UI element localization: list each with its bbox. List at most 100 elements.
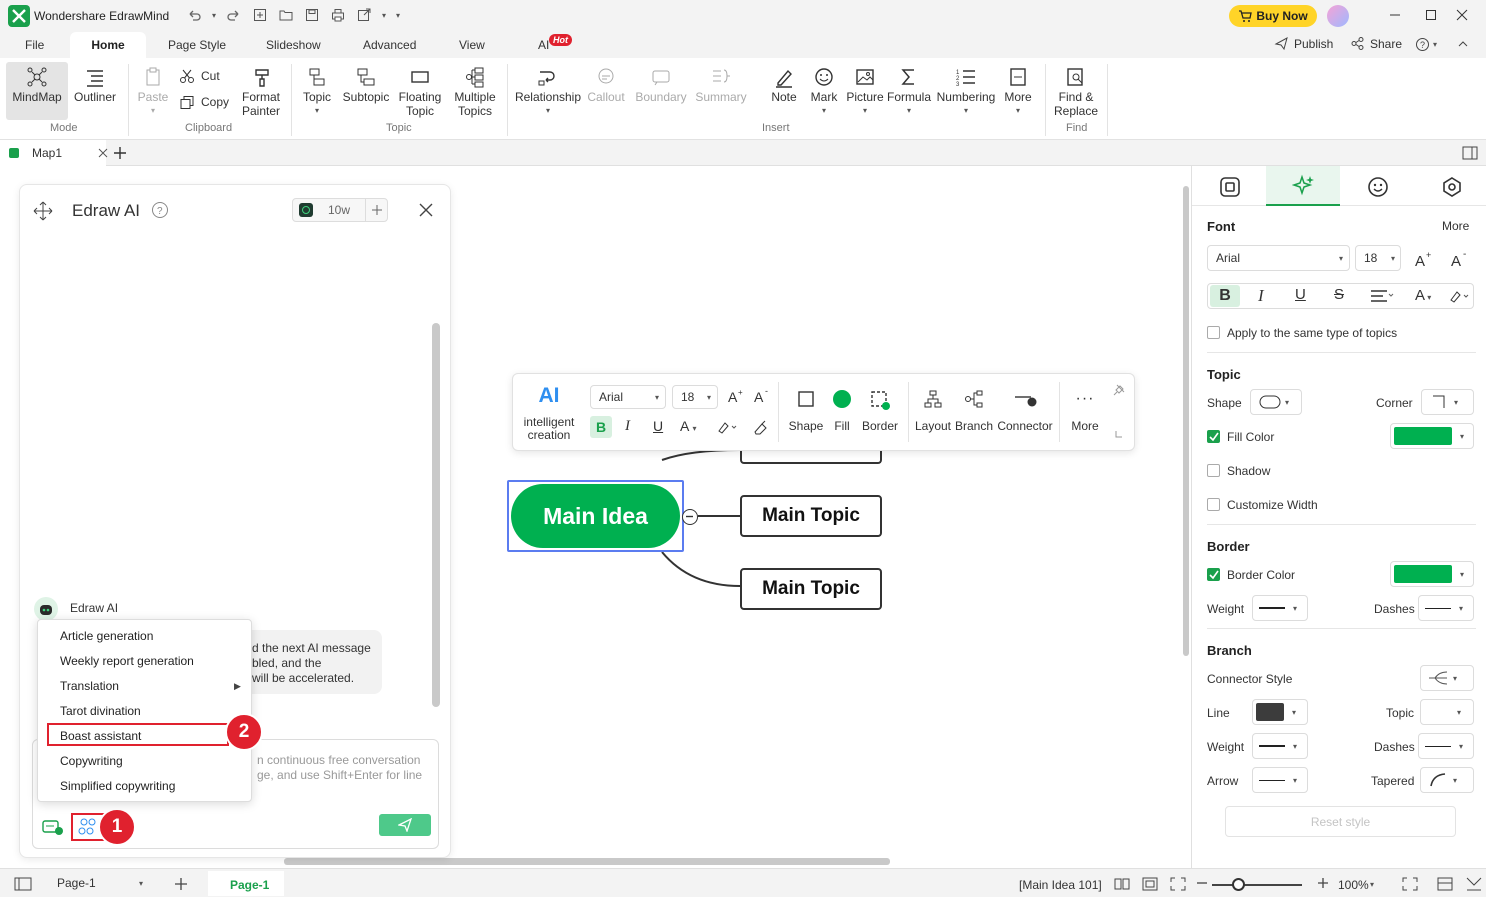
new-file-icon[interactable] [252, 7, 268, 23]
underline-toggle[interactable]: U [1295, 286, 1306, 303]
border-color-checkbox[interactable] [1207, 568, 1220, 581]
tab-advanced[interactable]: Advanced [363, 38, 416, 52]
zoom-out-icon[interactable] [1196, 877, 1208, 889]
font-more-link[interactable]: More [1442, 219, 1469, 233]
save-icon[interactable] [304, 7, 320, 23]
numbering-button[interactable]: 123 Numbering ▾ [934, 64, 998, 118]
tab-page-style[interactable]: Page Style [168, 38, 226, 52]
underline-button[interactable]: U [653, 418, 663, 434]
clear-format-icon[interactable] [753, 420, 769, 436]
zoom-slider-thumb[interactable] [1232, 878, 1245, 891]
shadow-checkbox[interactable] [1207, 464, 1220, 477]
font-shrink-icon[interactable]: A- [1450, 250, 1470, 268]
tab-mark-icon[interactable] [1367, 176, 1389, 198]
font-family-select[interactable]: Arial ▾ [590, 385, 666, 409]
layout-button[interactable]: Layout [913, 389, 953, 433]
add-credits-icon[interactable] [365, 199, 387, 221]
close-window-icon[interactable] [1455, 8, 1469, 22]
menu-item-translation[interactable]: Translation [60, 679, 119, 693]
presentation-icon[interactable] [1437, 877, 1453, 891]
horizontal-scrollbar[interactable] [284, 858, 890, 865]
fill-color-dropdown[interactable]: ▾ [1390, 423, 1474, 449]
buy-now-button[interactable]: Buy Now [1229, 5, 1317, 27]
font-size-dropdown[interactable]: 18 ▾ [1355, 245, 1401, 271]
format-painter-button[interactable]: Format Painter [238, 64, 284, 118]
customize-toolbar-icon[interactable]: ▾ [396, 11, 400, 20]
font-grow-icon[interactable]: A + [1414, 250, 1434, 268]
decrease-font-icon[interactable]: A- [753, 388, 771, 404]
topic-button[interactable]: Topic ▾ [298, 64, 336, 118]
fit-page-icon[interactable] [1142, 877, 1158, 891]
summary-button[interactable]: Summary [694, 64, 748, 104]
book-view-icon[interactable] [1114, 877, 1130, 891]
mark-button[interactable]: Mark ▾ [807, 64, 841, 118]
cut-button[interactable]: Cut [179, 68, 220, 84]
minimize-icon[interactable] [1388, 8, 1402, 22]
help-icon[interactable]: ? [1415, 37, 1430, 52]
border-color-dropdown[interactable]: ▾ [1390, 561, 1474, 587]
zoom-slider-track[interactable] [1212, 884, 1302, 886]
tab-file[interactable]: File [25, 38, 44, 52]
italic-button[interactable]: I [625, 418, 630, 435]
more-insert-button[interactable]: More ▾ [1002, 64, 1034, 118]
undo-icon[interactable] [186, 7, 202, 23]
align-icon[interactable] [1370, 289, 1396, 303]
main-topic-node-1[interactable]: Main Topic [740, 495, 882, 537]
new-chat-icon[interactable] [42, 818, 64, 836]
collapse-node-icon[interactable] [682, 509, 698, 525]
outliner-mode-button[interactable]: Outliner [71, 64, 119, 104]
note-button[interactable]: Note [768, 64, 800, 104]
main-topic-node-2[interactable]: Main Topic [740, 568, 882, 610]
highlight-color-icon[interactable] [1449, 289, 1473, 303]
maximize-icon[interactable] [1424, 8, 1438, 22]
close-panel-icon[interactable] [418, 202, 434, 218]
send-button[interactable] [379, 814, 431, 836]
tab-slideshow[interactable]: Slideshow [266, 38, 321, 52]
zoom-in-icon[interactable] [1317, 877, 1329, 889]
add-page-icon[interactable] [174, 877, 188, 891]
vertical-scrollbar[interactable] [1183, 186, 1189, 656]
text-color-button[interactable]: A ▾ [1415, 287, 1431, 304]
outline-view-icon[interactable] [14, 877, 32, 891]
branch-weight-dropdown[interactable]: ▾ [1252, 733, 1308, 759]
help-circle-icon[interactable]: ? [151, 201, 169, 219]
font-family-dropdown[interactable]: Arial ▾ [1207, 245, 1350, 271]
panel-toggle-icon[interactable] [1462, 146, 1478, 160]
main-idea-node[interactable]: Main Idea [511, 484, 680, 548]
branch-dashes-dropdown[interactable]: ▾ [1418, 733, 1474, 759]
bold-button[interactable]: B [590, 416, 612, 438]
page-select[interactable]: Page-1 ▾ [47, 872, 147, 894]
tab-theme-icon[interactable] [1441, 176, 1463, 198]
share-button[interactable]: Share [1350, 36, 1402, 51]
connector-style-dropdown[interactable]: ▾ [1420, 665, 1474, 691]
floating-topic-button[interactable]: Floating Topic [398, 64, 442, 118]
pin-icon[interactable] [1113, 384, 1125, 396]
arrow-dropdown[interactable]: ▾ [1252, 767, 1308, 793]
topic-line-dropdown[interactable]: ▾ [1420, 699, 1474, 725]
strikethrough-toggle[interactable]: S [1334, 286, 1344, 303]
boundary-button[interactable]: Boundary [634, 64, 688, 104]
redo-icon[interactable] [226, 7, 242, 23]
fill-button[interactable]: Fill [827, 389, 857, 433]
page-tab-1[interactable]: Page-1 [230, 878, 269, 892]
border-weight-dropdown[interactable]: ▾ [1252, 595, 1308, 621]
new-tab-icon[interactable] [113, 146, 127, 160]
tab-view[interactable]: View [459, 38, 485, 52]
subtopic-button[interactable]: Subtopic [341, 64, 391, 104]
print-icon[interactable] [330, 7, 346, 23]
branch-button[interactable]: Branch [955, 389, 993, 433]
multiple-topics-button[interactable]: Multiple Topics [450, 64, 500, 118]
prompt-templates-icon[interactable] [78, 818, 98, 836]
zoom-level[interactable]: 100% [1338, 878, 1369, 892]
panel-expand-icon[interactable] [1466, 877, 1482, 891]
collapse-toolbar-icon[interactable] [1113, 428, 1125, 440]
connector-button[interactable]: Connector [997, 389, 1053, 433]
avatar[interactable] [1327, 5, 1349, 27]
customize-width-checkbox[interactable] [1207, 498, 1220, 511]
document-tab-map1[interactable]: Map1 [0, 140, 108, 166]
tab-page-format-icon[interactable] [1219, 176, 1241, 198]
font-color-button[interactable]: A ▾ [680, 418, 696, 434]
export-icon[interactable] [356, 7, 372, 23]
menu-item-tarot-divination[interactable]: Tarot divination [60, 704, 141, 718]
find-replace-button[interactable]: Find & Replace [1052, 64, 1100, 118]
